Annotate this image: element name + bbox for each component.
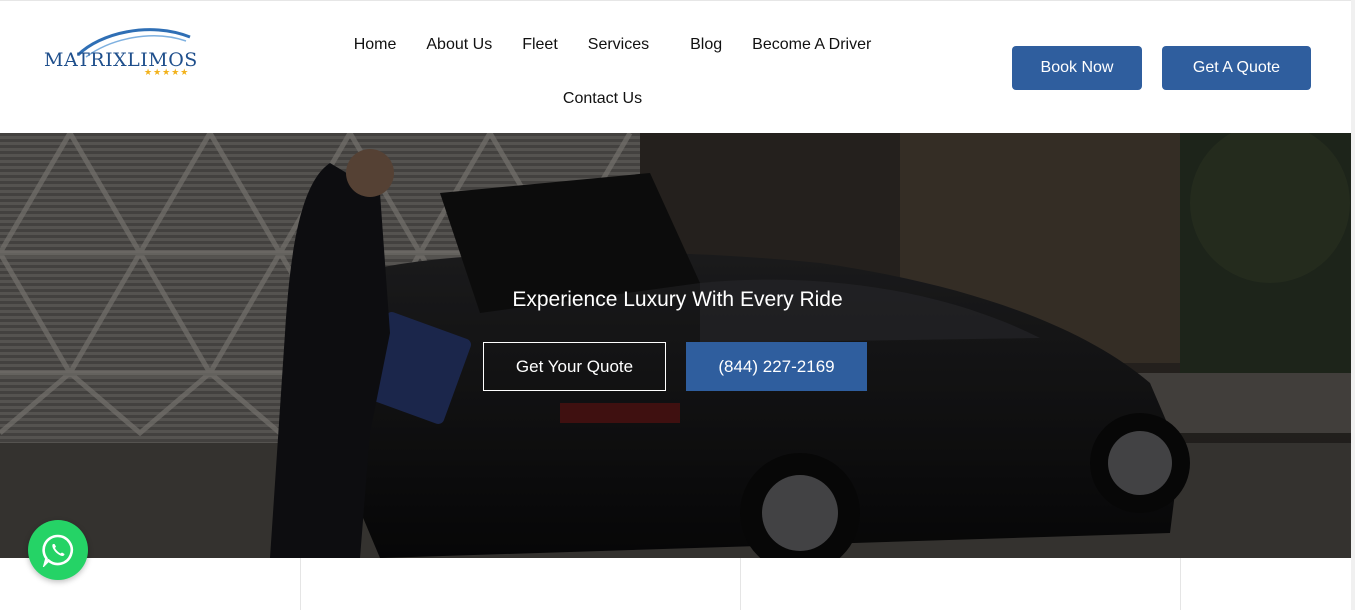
phone-call-button[interactable]: (844) 227-2169: [686, 342, 867, 391]
main-navigation: Home About Us Fleet Services Blog Become…: [320, 31, 905, 113]
nav-about-us[interactable]: About Us: [411, 31, 507, 59]
nav-home[interactable]: Home: [339, 31, 412, 59]
column-divider: [300, 558, 301, 610]
features-strip: [0, 558, 1355, 610]
column-divider: [740, 558, 741, 610]
hero-title: Experience Luxury With Every Ride: [512, 288, 843, 311]
whatsapp-icon[interactable]: [28, 520, 88, 580]
site-header: MATRIXLIMOS ★★★★★ Home About Us Fleet Se…: [0, 0, 1355, 133]
nav-fleet[interactable]: Fleet: [507, 31, 573, 59]
nav-blog[interactable]: Blog: [675, 31, 737, 59]
get-your-quote-button[interactable]: Get Your Quote: [483, 342, 666, 391]
nav-become-a-driver[interactable]: Become A Driver: [737, 31, 886, 59]
brand-logo[interactable]: MATRIXLIMOS ★★★★★: [40, 23, 210, 83]
get-a-quote-button[interactable]: Get A Quote: [1162, 46, 1311, 90]
whatsapp-glyph: [42, 534, 74, 567]
nav-services[interactable]: Services: [573, 31, 675, 59]
hero-banner: Experience Luxury With Every Ride Get Yo…: [0, 133, 1355, 558]
hero-overlay: [0, 133, 1355, 558]
nav-contact-us[interactable]: Contact Us: [548, 85, 657, 113]
book-now-button[interactable]: Book Now: [1012, 46, 1142, 90]
brand-stars: ★★★★★: [144, 67, 190, 77]
page-scrollbar[interactable]: [1351, 0, 1355, 610]
column-divider: [1180, 558, 1181, 610]
